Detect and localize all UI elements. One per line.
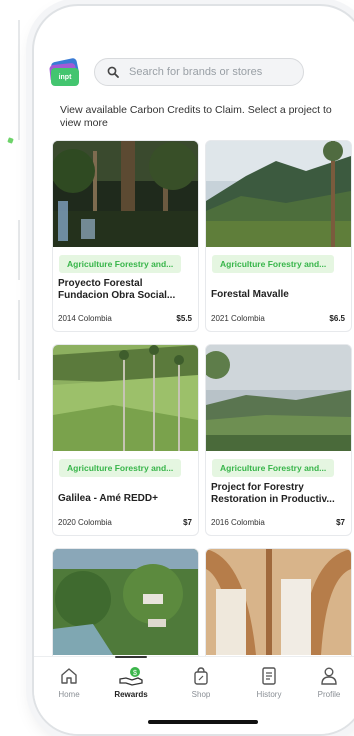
nav-label: Shop — [191, 690, 211, 699]
active-tab-indicator — [115, 656, 147, 658]
project-price: $7 — [336, 518, 345, 527]
project-image — [53, 141, 198, 247]
decor-line — [18, 220, 20, 280]
top-bar: inpt — [48, 56, 354, 92]
home-indicator[interactable] — [148, 720, 258, 724]
category-chip: Agriculture Forestry and... — [212, 459, 335, 477]
nav-shop[interactable]: Shop — [174, 665, 228, 699]
project-title: Galilea - Amé REDD+ — [58, 493, 158, 504]
project-price: $7 — [183, 518, 192, 527]
project-year-country: 2021 Colombia — [211, 314, 265, 323]
logo-card-green: inpt — [51, 68, 79, 86]
intro-text: View available Carbon Credits to Claim. … — [60, 104, 332, 129]
project-card[interactable]: Agriculture Forestry and... Proyecto For… — [52, 140, 199, 332]
profile-icon — [321, 667, 337, 685]
nav-profile[interactable]: Profile — [302, 665, 354, 699]
category-chip: Agriculture Forestry and... — [59, 255, 182, 273]
shop-icon — [194, 667, 208, 685]
svg-text:$: $ — [133, 670, 137, 677]
project-card[interactable] — [205, 548, 352, 670]
search-bar[interactable] — [94, 58, 304, 86]
nav-rewards[interactable]: $ Rewards — [104, 656, 158, 699]
project-image — [53, 549, 198, 655]
nav-history[interactable]: History — [242, 665, 296, 699]
decor-line — [18, 20, 20, 140]
project-image — [206, 141, 351, 247]
project-year-country: 2014 Colombia — [58, 314, 112, 323]
app-screen: inpt View available Carbon Credits to Cl… — [34, 6, 354, 734]
project-image — [206, 345, 351, 451]
search-input[interactable] — [127, 65, 291, 79]
decor-line — [18, 300, 20, 380]
category-chip: Agriculture Forestry and... — [212, 255, 335, 273]
project-year-country: 2016 Colombia — [211, 518, 265, 527]
project-title: Project for Forestry Restoration in Prod… — [211, 482, 335, 505]
project-price: $5.5 — [176, 314, 192, 323]
nav-label: Home — [58, 690, 80, 699]
phone-frame: inpt View available Carbon Credits to Cl… — [32, 4, 354, 736]
project-card[interactable]: Agriculture Forestry and... Galilea - Am… — [52, 344, 199, 536]
nav-label: History — [256, 690, 282, 699]
project-title: Forestal Mavalle — [211, 289, 289, 300]
category-chip: Agriculture Forestry and... — [59, 459, 182, 477]
project-card[interactable]: Agriculture Forestry and... Project for … — [205, 344, 352, 536]
project-card[interactable]: Agriculture Forestry and... Forestal Mav… — [205, 140, 352, 332]
decor-dot — [7, 137, 14, 144]
project-image — [206, 549, 351, 655]
project-image — [53, 345, 198, 451]
nav-label: Profile — [317, 690, 341, 699]
app-logo[interactable]: inpt — [48, 57, 82, 88]
history-icon — [262, 667, 276, 685]
project-year-country: 2020 Colombia — [58, 518, 112, 527]
nav-label: Rewards — [114, 690, 148, 699]
nav-home[interactable]: Home — [42, 665, 96, 699]
project-price: $6.5 — [329, 314, 345, 323]
project-title: Proyecto Forestal Fundacion Obra Social.… — [58, 278, 176, 301]
project-card[interactable] — [52, 548, 199, 670]
home-icon — [61, 668, 77, 684]
rewards-icon: $ — [119, 667, 143, 686]
search-icon — [107, 66, 119, 78]
logo-text: inpt — [58, 73, 72, 81]
